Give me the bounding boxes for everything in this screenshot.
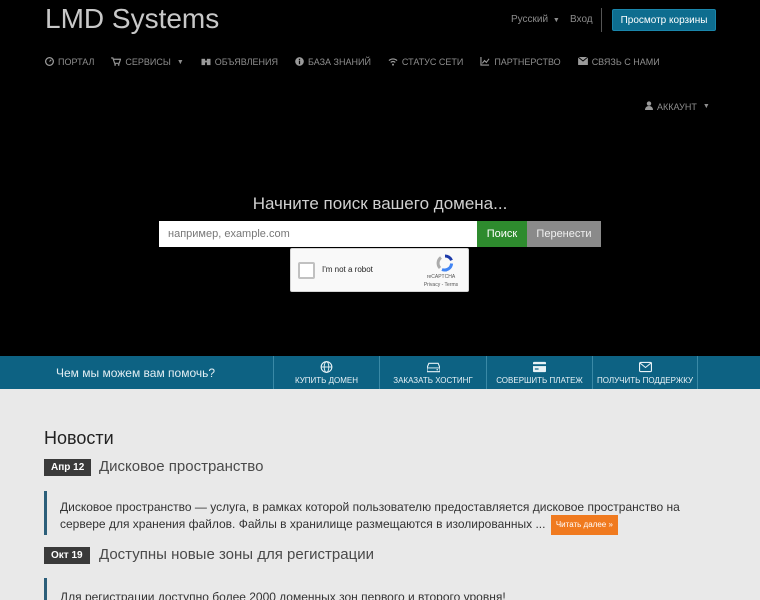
nav-item-label: Статус сети: [401, 57, 464, 67]
help-button-label: Заказать хостинг: [393, 375, 473, 385]
recaptcha-brand: reCAPTCHA: [426, 274, 456, 280]
help-prompt: Чем мы можем вам помочь?: [56, 366, 216, 380]
news-date-badge: Окт 19: [44, 547, 90, 564]
site-logo[interactable]: LMD Systems: [45, 3, 219, 35]
domain-search-input[interactable]: [159, 221, 477, 247]
recaptcha-privacy-links[interactable]: Privacy - Terms: [421, 282, 461, 288]
account-menu[interactable]: Аккаунт ▼: [645, 101, 710, 112]
buy-domain-button[interactable]: Купить домен: [273, 356, 379, 389]
main-nav: Портал Сервисы ▼ Объявления База знаний: [44, 52, 677, 72]
news-excerpt-line-2: сервере для хранения файлов. Файлы в хра…: [60, 515, 720, 535]
chevron-down-icon: ▼: [702, 103, 710, 110]
news-excerpt-text: сервере для хранения файлов. Файлы в хра…: [60, 517, 546, 531]
get-support-button[interactable]: Получить поддержку: [592, 356, 697, 389]
login-link[interactable]: Вход: [570, 14, 593, 25]
read-more-button[interactable]: Читать далее »: [550, 515, 618, 535]
nav-item-label: Объявления: [214, 57, 278, 67]
nav-item-label: Сервисы: [125, 57, 171, 67]
news-section-title: Новости: [44, 428, 114, 448]
language-label: Русский: [511, 14, 549, 25]
server-icon: [426, 362, 440, 372]
chevron-down-icon: ▼: [176, 58, 184, 66]
search-button[interactable]: Поиск: [477, 221, 527, 247]
nav-item-portal[interactable]: Портал: [44, 56, 95, 68]
help-button-label: Совершить платеж: [496, 375, 583, 385]
news-date-badge: Апр 12: [44, 459, 92, 476]
nav-item-affiliates[interactable]: Партнерство: [480, 56, 561, 68]
domain-search-title: Начните поиск вашего домена...: [252, 194, 508, 213]
binoculars-icon: [201, 57, 211, 68]
cart-icon: [111, 56, 122, 68]
credit-card-icon: [533, 361, 546, 372]
nav-item-label: Портал: [58, 57, 95, 67]
order-hosting-button[interactable]: Заказать хостинг: [379, 356, 486, 389]
user-icon: [645, 101, 653, 112]
nav-item-network-status[interactable]: Статус сети: [388, 57, 463, 68]
header-divider: [601, 8, 602, 32]
info-icon: [295, 56, 304, 68]
language-selector[interactable]: Русский ▼: [511, 14, 560, 25]
speedometer-icon: [44, 56, 55, 68]
globe-icon: [320, 360, 333, 373]
chevron-down-icon: ▼: [552, 17, 560, 24]
news-headline[interactable]: Доступны новые зоны для регистрации: [99, 546, 374, 563]
nav-item-announcements[interactable]: Объявления: [201, 57, 278, 68]
news-excerpt-line: Дисковое пространство — услуга, в рамках…: [60, 500, 680, 514]
nav-item-contact[interactable]: Связь с нами: [577, 56, 660, 67]
chart-icon: [480, 56, 490, 68]
nav-item-label: Связь с нами: [591, 57, 660, 67]
news-excerpt: Для регистрации доступно более 2000 доме…: [44, 578, 720, 600]
help-strip: Чем мы можем вам помочь? Купить домен За…: [0, 356, 760, 389]
recaptcha-widget: I'm not a robot reCAPTCHA Privacy - Term…: [290, 248, 469, 292]
view-cart-button[interactable]: Просмотр корзины: [612, 9, 716, 31]
nav-item-label: Партнерство: [494, 57, 561, 67]
wifi-icon: [388, 57, 398, 68]
make-payment-button[interactable]: Совершить платеж: [486, 356, 592, 389]
news-headline[interactable]: Дисковое пространство: [99, 458, 263, 475]
help-button-label: Получить поддержку: [596, 375, 694, 385]
recaptcha-label: I'm not a robot: [322, 265, 373, 274]
account-label: Аккаунт: [657, 101, 697, 112]
envelope-icon: [577, 56, 588, 67]
envelope-icon: [638, 361, 652, 372]
recaptcha-logo-icon: [436, 254, 454, 272]
help-button-label: Купить домен: [294, 375, 359, 385]
recaptcha-checkbox[interactable]: [298, 262, 315, 279]
nav-item-knowledgebase[interactable]: База знаний: [295, 56, 371, 68]
news-excerpt-line: Для регистрации доступно более 2000 доме…: [60, 590, 506, 600]
news-excerpt: Дисковое пространство — услуга, в рамках…: [44, 491, 720, 535]
help-strip-divider: [697, 356, 698, 389]
nav-item-services[interactable]: Сервисы ▼: [111, 56, 184, 68]
hero-section: LMD Systems Русский ▼ Вход Просмотр корз…: [0, 0, 760, 356]
nav-item-label: База знаний: [307, 57, 371, 67]
transfer-button[interactable]: Перенести: [527, 221, 601, 247]
